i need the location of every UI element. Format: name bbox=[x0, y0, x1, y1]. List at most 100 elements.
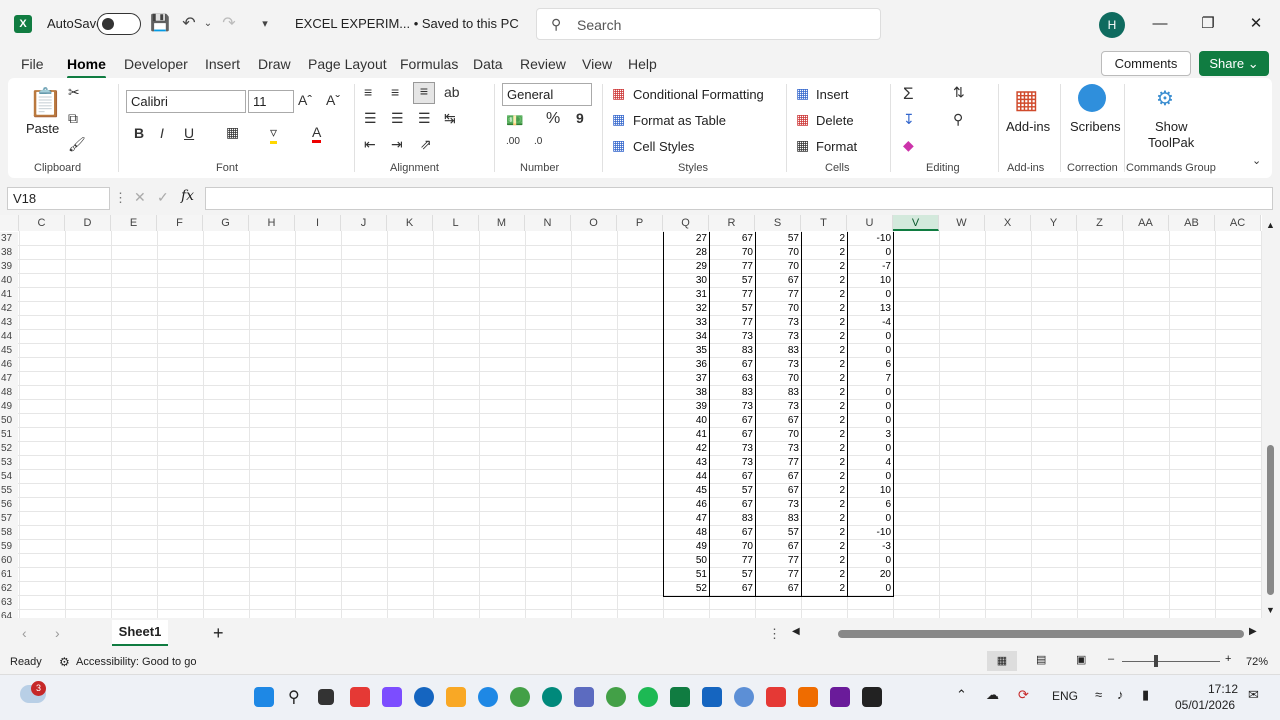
table-cell[interactable]: 2 bbox=[801, 330, 847, 344]
column-header[interactable]: Y bbox=[1031, 215, 1077, 231]
decrease-font-icon[interactable]: Aˇ bbox=[326, 92, 340, 108]
globe-icon[interactable] bbox=[734, 687, 754, 707]
table-cell[interactable]: 43 bbox=[663, 456, 709, 470]
table-cell[interactable]: 57 bbox=[709, 274, 755, 288]
table-cell[interactable]: 70 bbox=[709, 540, 755, 554]
column-header[interactable]: O bbox=[571, 215, 617, 231]
table-cell[interactable]: 50 bbox=[663, 554, 709, 568]
table-cell[interactable]: 70 bbox=[755, 428, 801, 442]
table-cell[interactable]: 73 bbox=[709, 456, 755, 470]
toolpak-icon[interactable]: ⚙ bbox=[1156, 86, 1174, 111]
decrease-indent-icon[interactable]: ⇤ bbox=[364, 136, 376, 153]
search-box[interactable]: ⚲ Search bbox=[536, 8, 881, 40]
table-cell[interactable]: 57 bbox=[755, 526, 801, 540]
column-header[interactable]: W bbox=[939, 215, 985, 231]
table-cell[interactable]: 4 bbox=[847, 456, 893, 470]
table-cell[interactable]: 70 bbox=[755, 260, 801, 274]
confirm-entry-icon[interactable]: ✓ bbox=[157, 189, 169, 206]
table-cell[interactable]: 2 bbox=[801, 344, 847, 358]
table-cell[interactable]: 67 bbox=[709, 358, 755, 372]
scroll-left-icon[interactable]: ◀ bbox=[792, 626, 800, 637]
clock-date[interactable]: 05/01/2026 bbox=[1175, 698, 1235, 712]
autosave-toggle[interactable] bbox=[97, 13, 141, 35]
delete-cells-button[interactable]: Delete bbox=[816, 113, 854, 128]
row-header[interactable]: 40 bbox=[0, 274, 18, 288]
format-painter-icon[interactable]: 🖌 bbox=[68, 136, 86, 153]
table-cell[interactable]: 73 bbox=[755, 358, 801, 372]
table-cell[interactable]: 2 bbox=[801, 288, 847, 302]
bold-icon[interactable]: B bbox=[134, 125, 144, 141]
table-cell[interactable]: 73 bbox=[755, 330, 801, 344]
table-cell[interactable]: 67 bbox=[755, 274, 801, 288]
font-name-field[interactable]: Calibri bbox=[126, 90, 246, 113]
sync-icon[interactable]: ⟳ bbox=[1018, 687, 1029, 703]
table-cell[interactable]: -10 bbox=[847, 232, 893, 246]
align-top-icon[interactable]: ≡ bbox=[364, 84, 372, 100]
column-header[interactable]: J bbox=[341, 215, 387, 231]
row-header[interactable]: 56 bbox=[0, 498, 18, 512]
table-cell[interactable]: 6 bbox=[847, 498, 893, 512]
table-cell[interactable]: 77 bbox=[709, 288, 755, 302]
fill-icon[interactable]: ↧ bbox=[903, 111, 915, 128]
column-header[interactable]: D bbox=[65, 215, 111, 231]
table-cell[interactable]: 0 bbox=[847, 400, 893, 414]
row-header[interactable]: 42 bbox=[0, 302, 18, 316]
table-cell[interactable]: 0 bbox=[847, 414, 893, 428]
table-cell[interactable]: 83 bbox=[755, 344, 801, 358]
table-cell[interactable]: 32 bbox=[663, 302, 709, 316]
column-header[interactable]: P bbox=[617, 215, 663, 231]
tab-insert[interactable]: Insert bbox=[205, 56, 240, 72]
chrome-icon[interactable] bbox=[510, 687, 530, 707]
row-header[interactable]: 43 bbox=[0, 316, 18, 330]
table-cell[interactable]: 0 bbox=[847, 470, 893, 484]
row-header[interactable]: 46 bbox=[0, 358, 18, 372]
table-cell[interactable]: 38 bbox=[663, 386, 709, 400]
column-header[interactable]: G bbox=[203, 215, 249, 231]
find-select-icon[interactable]: ⚲ bbox=[953, 111, 963, 128]
align-right-icon[interactable]: ☰ bbox=[418, 110, 431, 127]
number-format-field[interactable]: General bbox=[502, 83, 592, 106]
cell-styles-button[interactable]: Cell Styles bbox=[633, 139, 694, 154]
table-cell[interactable]: 0 bbox=[847, 582, 893, 596]
zoom-out-icon[interactable]: – bbox=[1108, 653, 1114, 665]
table-cell[interactable]: 2 bbox=[801, 512, 847, 526]
column-header[interactable]: R bbox=[709, 215, 755, 231]
accessibility-status[interactable]: Accessibility: Good to go bbox=[76, 656, 196, 668]
table-cell[interactable]: 28 bbox=[663, 246, 709, 260]
table-cell[interactable]: 83 bbox=[709, 512, 755, 526]
row-header[interactable]: 61 bbox=[0, 568, 18, 582]
tab-page-layout[interactable]: Page Layout bbox=[308, 56, 387, 72]
table-cell[interactable]: 67 bbox=[755, 470, 801, 484]
more-options-icon[interactable]: ⋮ bbox=[114, 190, 127, 206]
table-cell[interactable]: 77 bbox=[709, 260, 755, 274]
add-ins-button[interactable]: Add-ins bbox=[1006, 119, 1050, 134]
row-header[interactable]: 53 bbox=[0, 456, 18, 470]
document-title[interactable]: EXCEL EXPERIM... • Saved to this PC bbox=[295, 16, 519, 31]
column-header[interactable]: S bbox=[755, 215, 801, 231]
table-cell[interactable]: 2 bbox=[801, 414, 847, 428]
table-cell[interactable]: 2 bbox=[801, 246, 847, 260]
tab-review[interactable]: Review bbox=[520, 56, 566, 72]
tab-file[interactable]: File bbox=[21, 56, 44, 72]
table-cell[interactable]: 51 bbox=[663, 568, 709, 582]
normal-view-icon[interactable]: ▦ bbox=[987, 651, 1017, 671]
table-cell[interactable]: 3 bbox=[847, 428, 893, 442]
minimize-icon[interactable]: — bbox=[1148, 12, 1172, 36]
paste-icon[interactable]: 📋 bbox=[28, 86, 63, 119]
hp-icon[interactable] bbox=[414, 687, 434, 707]
vertical-scroll-thumb[interactable] bbox=[1267, 445, 1274, 595]
row-header[interactable]: 38 bbox=[0, 246, 18, 260]
table-cell[interactable]: 2 bbox=[801, 386, 847, 400]
percent-icon[interactable]: % bbox=[546, 110, 560, 128]
row-header[interactable]: 47 bbox=[0, 372, 18, 386]
wrap-text-icon[interactable]: ab bbox=[444, 84, 460, 100]
row-header[interactable]: 48 bbox=[0, 386, 18, 400]
zoom-slider-thumb[interactable] bbox=[1154, 655, 1158, 667]
table-cell[interactable]: 70 bbox=[755, 246, 801, 260]
table-cell[interactable]: 0 bbox=[847, 288, 893, 302]
table-cell[interactable]: 0 bbox=[847, 512, 893, 526]
table-cell[interactable]: 73 bbox=[755, 400, 801, 414]
column-header[interactable]: E bbox=[111, 215, 157, 231]
table-cell[interactable]: 2 bbox=[801, 400, 847, 414]
font-size-field[interactable]: 11 bbox=[248, 90, 294, 113]
